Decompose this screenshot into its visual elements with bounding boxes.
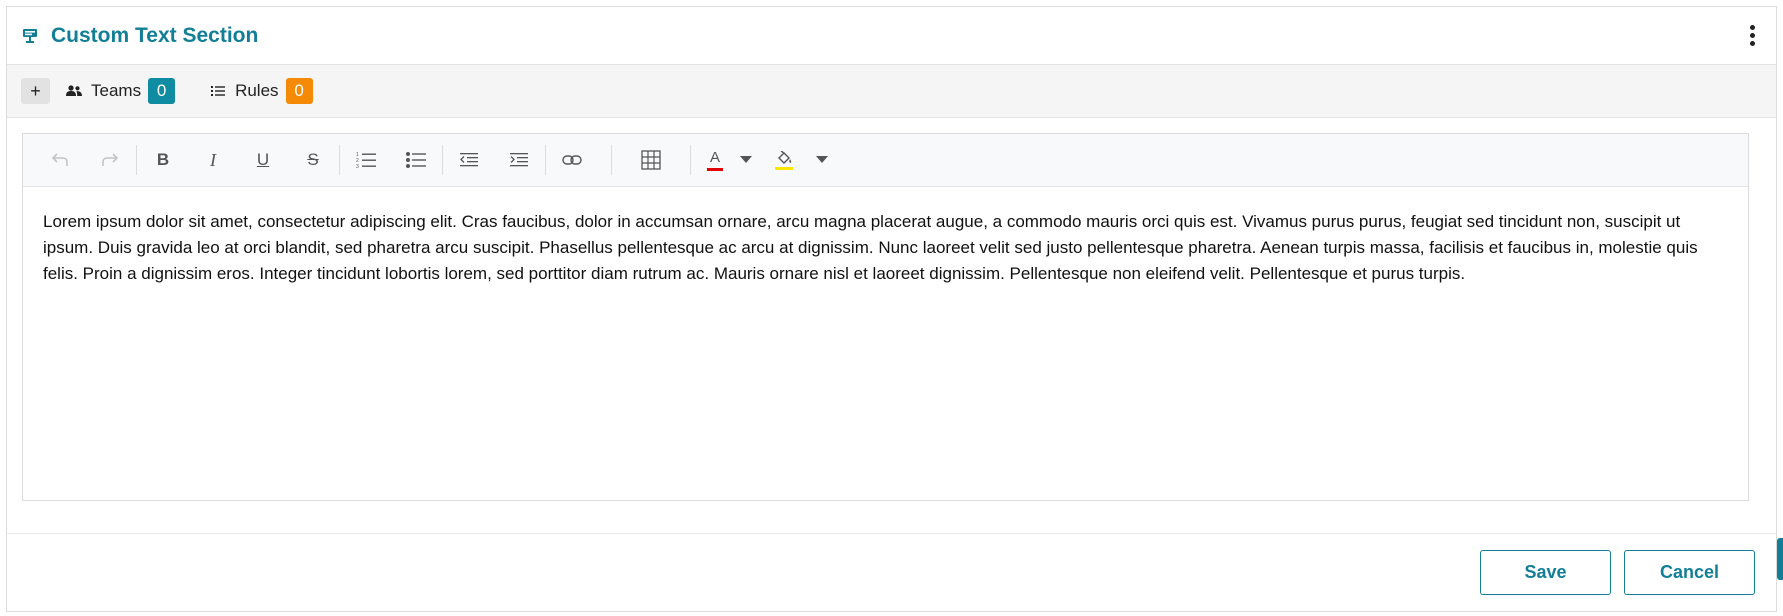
list-icon [209, 83, 227, 99]
outdent-icon[interactable] [444, 140, 494, 180]
section-title: Custom Text Section [51, 23, 259, 47]
presentation-icon [21, 27, 39, 45]
rich-text-editor: B I U S 123 A Lorem ipsum dolor sit amet… [22, 133, 1749, 501]
text-color-glyph: A [709, 148, 720, 166]
underline-glyph: U [256, 150, 270, 169]
italic-glyph: I [210, 149, 216, 170]
highlight-swatch [775, 166, 793, 170]
tab-rules-label: Rules [235, 81, 279, 100]
toolbar-separator [611, 145, 612, 175]
undo-icon[interactable] [35, 140, 85, 180]
toolbar-separator [442, 145, 443, 175]
link-icon[interactable] [547, 140, 597, 180]
toolbar-separator [690, 145, 691, 175]
bullet-list-icon[interactable] [391, 140, 441, 180]
cancel-button[interactable]: Cancel [1624, 550, 1755, 595]
italic-icon[interactable]: I [188, 140, 238, 180]
indent-icon[interactable] [494, 140, 544, 180]
section-tabbar: + Teams 0 Rules 0 [7, 65, 1776, 118]
svg-text:3: 3 [356, 164, 359, 169]
bold-glyph: B [156, 150, 170, 169]
bold-icon[interactable]: B [138, 140, 188, 180]
editor-content[interactable]: Lorem ipsum dolor sit amet, consectetur … [23, 187, 1748, 309]
ordered-list-icon[interactable]: 123 [341, 140, 391, 180]
save-button[interactable]: Save [1480, 550, 1611, 595]
highlight-color-icon[interactable] [759, 140, 809, 180]
text-color-swatch [707, 167, 723, 171]
section-footer: Save Cancel [6, 533, 1777, 612]
strike-glyph: S [307, 150, 319, 169]
toolbar-separator [136, 145, 137, 175]
kebab-menu-icon[interactable] [1742, 22, 1762, 50]
side-drawer-handle[interactable] [1777, 538, 1783, 580]
rules-count-badge: 0 [285, 78, 313, 104]
redo-icon[interactable] [85, 140, 135, 180]
highlight-dropdown-icon[interactable] [809, 140, 835, 180]
strikethrough-icon[interactable]: S [288, 140, 338, 180]
section-header: Custom Text Section [7, 7, 1776, 65]
people-icon [65, 83, 83, 99]
table-icon[interactable] [626, 140, 676, 180]
text-color-dropdown-icon[interactable] [733, 140, 759, 180]
add-button[interactable]: + [21, 78, 50, 104]
toolbar-separator [339, 145, 340, 175]
editor-toolbar: B I U S 123 A [23, 134, 1748, 187]
toolbar-separator [545, 145, 546, 175]
tab-teams-label: Teams [91, 81, 142, 100]
tab-rules[interactable]: Rules 0 [209, 78, 313, 104]
underline-icon[interactable]: U [238, 140, 288, 180]
tab-teams[interactable]: Teams 0 [65, 78, 176, 104]
text-color-icon[interactable]: A [697, 140, 733, 180]
teams-count-badge: 0 [148, 78, 176, 104]
